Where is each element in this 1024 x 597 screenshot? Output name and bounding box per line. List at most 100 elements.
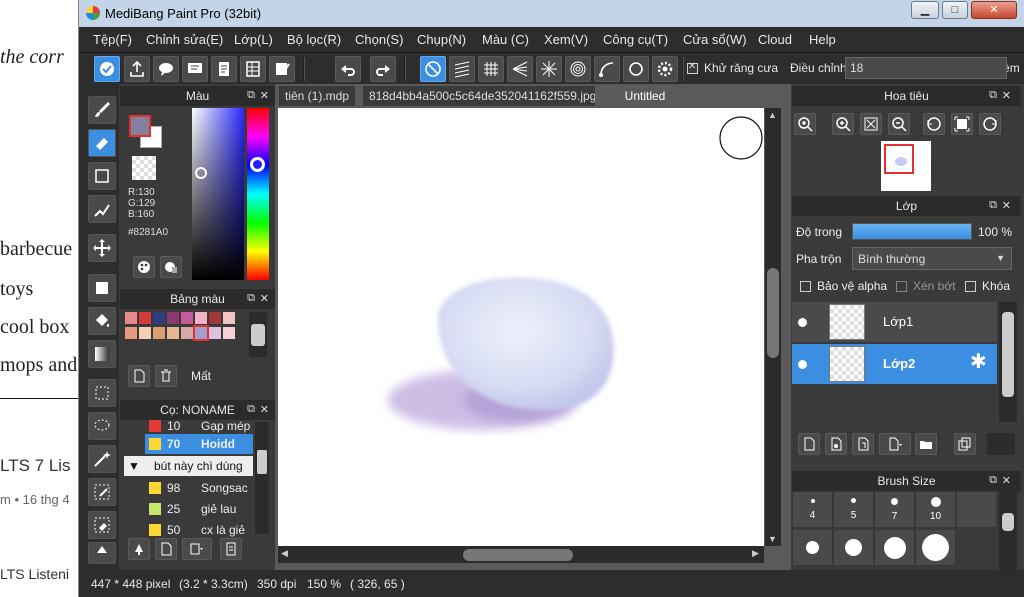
menu-color[interactable]: Màu (C) bbox=[482, 32, 529, 47]
lasso-tool-icon[interactable] bbox=[88, 412, 116, 440]
new-brush-icon[interactable] bbox=[155, 538, 177, 560]
new-palette-icon[interactable] bbox=[128, 365, 150, 387]
palette-swatch[interactable] bbox=[193, 325, 209, 341]
brush-size-preset-empty[interactable] bbox=[956, 491, 997, 528]
hue-slider[interactable] bbox=[247, 108, 269, 280]
layer-row-selected[interactable]: Lớp2 ✱ bbox=[792, 344, 997, 384]
scroll-up-icon[interactable]: ▲ bbox=[768, 110, 777, 120]
undock-icon[interactable]: ⧉ bbox=[247, 89, 255, 102]
comment-icon[interactable] bbox=[153, 56, 179, 82]
scrollbar-thumb[interactable] bbox=[767, 268, 779, 358]
redo-icon[interactable] bbox=[370, 56, 396, 82]
undock-icon[interactable]: ⧉ bbox=[247, 403, 255, 416]
zoom-in-icon[interactable] bbox=[794, 113, 816, 135]
rotate-left-icon[interactable] bbox=[923, 113, 945, 135]
close-panel-icon[interactable]: ✕ bbox=[1002, 89, 1011, 102]
collapse-arrow-icon[interactable]: ▼ bbox=[128, 459, 140, 473]
delete-palette-icon[interactable] bbox=[155, 365, 177, 387]
scroll-left-icon[interactable]: ◀ bbox=[281, 548, 288, 559]
brush-size-preset[interactable]: 4 bbox=[792, 491, 833, 528]
undock-icon[interactable]: ⧉ bbox=[247, 292, 255, 305]
scrollbar-thumb[interactable] bbox=[1002, 513, 1014, 531]
transparent-color-swatch[interactable] bbox=[132, 156, 156, 180]
minimize-button[interactable]: ▁ bbox=[911, 1, 939, 19]
brush-add-icon[interactable] bbox=[128, 538, 150, 560]
layer-row[interactable]: Lớp1 bbox=[792, 302, 997, 342]
close-panel-icon[interactable]: ✕ bbox=[260, 403, 269, 416]
drawing-canvas[interactable] bbox=[278, 108, 764, 546]
move-tool-icon[interactable] bbox=[88, 234, 116, 262]
document-tab-active[interactable]: Untitled bbox=[595, 86, 695, 106]
gear-icon[interactable]: ✱ bbox=[970, 352, 987, 372]
brush-list-scrollbar[interactable] bbox=[255, 422, 269, 534]
menu-file[interactable]: Tệp(F) bbox=[93, 32, 132, 47]
brush-size-preset[interactable]: 10 bbox=[915, 491, 956, 528]
edit-list-icon[interactable] bbox=[269, 56, 295, 82]
menu-layer[interactable]: Lớp(L) bbox=[234, 32, 273, 47]
palette-swatch[interactable] bbox=[223, 312, 235, 324]
opacity-slider[interactable] bbox=[852, 223, 972, 240]
eye-visibility-icon[interactable] bbox=[798, 318, 807, 327]
protect-alpha-checkbox[interactable] bbox=[800, 281, 811, 292]
color-picker-cursor[interactable] bbox=[195, 167, 207, 179]
brush-item[interactable]: 10 Gạp mép bbox=[145, 416, 253, 436]
brush-size-preset[interactable] bbox=[874, 529, 915, 566]
palette-swatch[interactable] bbox=[209, 327, 221, 339]
navigator-thumbnail[interactable] bbox=[881, 141, 931, 191]
snap-settings-icon[interactable] bbox=[652, 56, 678, 82]
scrollbar-thumb[interactable] bbox=[257, 450, 267, 474]
palette-swatch[interactable] bbox=[195, 312, 207, 324]
menu-view[interactable]: Xem(V) bbox=[544, 32, 588, 47]
scroll-right-icon[interactable]: ▶ bbox=[752, 548, 759, 559]
palette-swatch[interactable] bbox=[181, 312, 193, 324]
palette-swatch[interactable] bbox=[125, 312, 137, 324]
folder-icon[interactable] bbox=[915, 433, 937, 455]
fit-to-window-icon[interactable] bbox=[860, 113, 882, 135]
brush-group-header[interactable]: ▼ bút này chì dùng bbox=[124, 456, 253, 476]
palette-swatch[interactable] bbox=[167, 312, 179, 324]
color-set-icon[interactable] bbox=[160, 256, 182, 278]
undo-icon[interactable] bbox=[335, 56, 361, 82]
line-tool-icon[interactable] bbox=[88, 195, 116, 223]
cloud-check-icon[interactable] bbox=[94, 56, 120, 82]
brush-item[interactable]: 25 giẻ lau bbox=[145, 499, 253, 519]
palette-scrollbar[interactable] bbox=[249, 312, 267, 357]
document-icon[interactable] bbox=[211, 56, 237, 82]
layout-icon[interactable] bbox=[240, 56, 266, 82]
rotate-right-icon[interactable] bbox=[979, 113, 1001, 135]
palette-swatch[interactable] bbox=[139, 327, 151, 339]
palette-swatch[interactable] bbox=[125, 327, 137, 339]
menu-cloud[interactable]: Cloud bbox=[758, 32, 792, 47]
menu-window[interactable]: Cửa sổ(W) bbox=[683, 32, 747, 47]
parallel-snap-icon[interactable] bbox=[449, 56, 475, 82]
zoom-out-icon[interactable] bbox=[888, 113, 910, 135]
close-panel-icon[interactable]: ✕ bbox=[1002, 199, 1011, 212]
antialias-checkbox[interactable] bbox=[687, 61, 698, 74]
close-panel-icon[interactable]: ✕ bbox=[260, 89, 269, 102]
palette-swatch[interactable] bbox=[139, 312, 151, 324]
new-8bit-layer-icon[interactable] bbox=[852, 433, 874, 455]
eye-visibility-icon[interactable] bbox=[798, 360, 807, 369]
brush-size-preset[interactable] bbox=[833, 529, 874, 566]
radial-snap-icon[interactable] bbox=[536, 56, 562, 82]
close-panel-icon[interactable]: ✕ bbox=[260, 292, 269, 305]
ellipse-snap-icon[interactable] bbox=[623, 56, 649, 82]
brush-item-selected[interactable]: 70 Hoidd bbox=[145, 434, 253, 454]
palette-swatch[interactable] bbox=[167, 327, 179, 339]
menu-snap[interactable]: Chụp(N) bbox=[417, 32, 466, 47]
palette-swatch[interactable] bbox=[209, 312, 221, 324]
duplicate-layer-icon[interactable] bbox=[954, 433, 976, 455]
hue-slider-thumb[interactable] bbox=[250, 157, 265, 172]
bg-result-footer[interactable]: LTS Listeni bbox=[0, 566, 69, 582]
palette-swatch[interactable] bbox=[153, 312, 165, 324]
brush-options-icon[interactable] bbox=[182, 538, 212, 560]
close-button[interactable]: ✕ bbox=[971, 1, 1017, 19]
select-pen-tool-icon[interactable] bbox=[88, 478, 116, 506]
brush-size-preset[interactable] bbox=[792, 529, 833, 566]
concentric-snap-icon[interactable] bbox=[565, 56, 591, 82]
add-layer-menu-icon[interactable] bbox=[879, 433, 911, 455]
reset-view-icon[interactable] bbox=[951, 113, 973, 135]
rectangle-tool-icon[interactable] bbox=[88, 162, 116, 190]
scrollbar-thumb[interactable] bbox=[1002, 312, 1014, 397]
brush-size-preset[interactable]: 5 bbox=[833, 491, 874, 528]
